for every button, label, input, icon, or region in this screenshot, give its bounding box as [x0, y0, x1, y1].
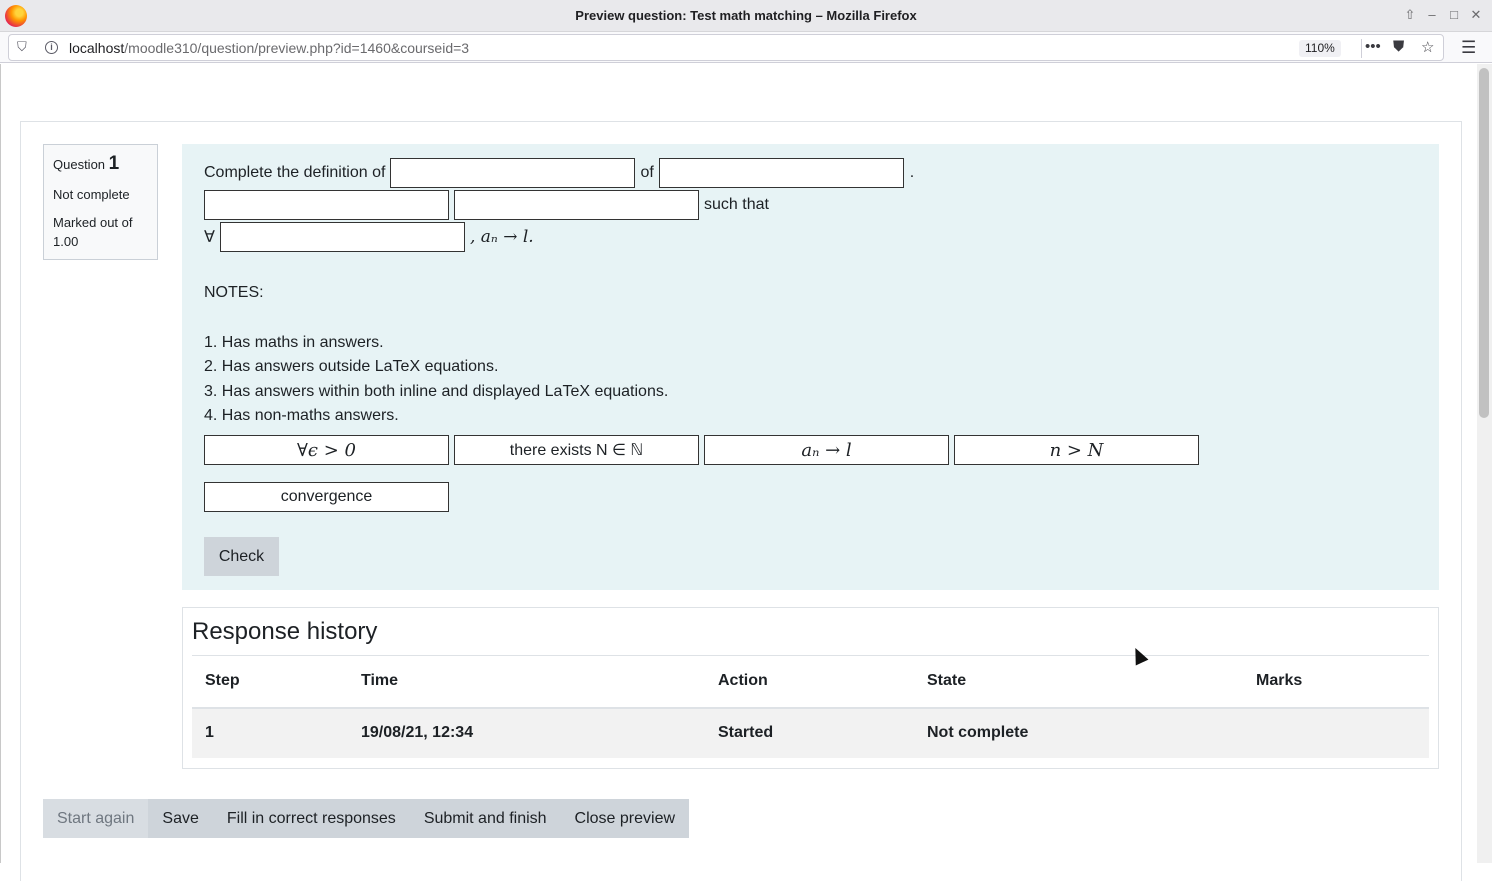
drop-zone-1[interactable] [390, 158, 636, 188]
page-actions-icon[interactable]: ••• [1365, 38, 1381, 55]
question-line-2: such that [204, 190, 769, 220]
url-bar[interactable]: ⛉ i localhost/moodle310/question/preview… [8, 34, 1444, 61]
drop-zone-5[interactable] [219, 222, 465, 252]
window-titlebar: Preview question: Test math matching – M… [0, 0, 1492, 32]
question-text-prefix: Complete the definition of [204, 164, 386, 181]
column-header-action: Action [705, 655, 914, 709]
cell-state: Not complete [914, 707, 1243, 758]
bookmark-star-icon[interactable]: ☆ [1421, 38, 1434, 56]
column-header-marks: Marks [1243, 655, 1429, 709]
maximize-icon[interactable]: □ [1446, 6, 1462, 24]
save-button[interactable]: Save [148, 799, 213, 838]
scrollbar-thumb[interactable] [1479, 68, 1489, 418]
question-line-1: Complete the definition of of . [204, 158, 914, 188]
response-history-title: Response history [192, 618, 378, 645]
drop-zone-2[interactable] [658, 158, 904, 188]
drop-zone-3[interactable] [204, 190, 449, 220]
drag-choice-there-exists[interactable]: there exists N ∈ ℕ [454, 435, 699, 465]
drag-choice-an-to-l[interactable]: aₙ → l [704, 435, 949, 465]
question-text-of: of [640, 164, 654, 181]
zoom-level-badge[interactable]: 110% [1299, 40, 1341, 57]
response-history-table: Step Time Action State Marks 1 19/08/21,… [192, 655, 1429, 758]
close-preview-button[interactable]: Close preview [560, 799, 690, 838]
notes-block: NOTES: 1. Has maths in answers. 2. Has a… [204, 281, 668, 429]
page-scrollbar[interactable] [1477, 64, 1492, 863]
url-path: /moodle310/question/preview.php?id=1460&… [124, 40, 470, 56]
drag-choice-n-greater-n[interactable]: n > N [954, 435, 1199, 465]
cell-time: 19/08/21, 12:34 [348, 707, 705, 758]
note-item: 2. Has answers outside LaTeX equations. [204, 358, 499, 375]
question-formulation: Complete the definition of of . such tha… [182, 144, 1439, 590]
question-marks: Marked out of 1.00 [53, 215, 133, 249]
url-separator [1361, 39, 1362, 58]
url-text[interactable]: localhost/moodle310/question/preview.php… [69, 40, 469, 56]
note-item: 1. Has maths in answers. [204, 333, 384, 351]
question-text-tail: , aₙ → l. [469, 227, 534, 247]
question-text-such-that: such that [704, 196, 769, 213]
drag-choice-forall-epsilon[interactable]: ∀ϵ > 0 [204, 435, 449, 465]
column-header-state: State [914, 655, 1243, 709]
window-title: Preview question: Test math matching – M… [575, 8, 917, 23]
check-button[interactable]: Check [204, 537, 279, 576]
hamburger-menu-icon[interactable]: ☰ [1461, 38, 1476, 58]
tracking-shield-icon[interactable]: ⛉ [17, 39, 27, 55]
cell-action: Started [705, 707, 914, 758]
preview-actions: Start again Save Fill in correct respons… [43, 799, 690, 838]
forall-symbol: ∀ [204, 229, 215, 246]
page-viewport: Question 1 Not complete Marked out of 1.… [0, 64, 1477, 881]
drop-zone-4[interactable] [454, 190, 699, 220]
cell-marks [1243, 707, 1429, 758]
question-info: Question 1 Not complete Marked out of 1.… [43, 144, 158, 260]
column-header-step: Step [192, 655, 348, 709]
close-icon[interactable]: ✕ [1468, 6, 1484, 24]
question-state: Not complete [53, 187, 130, 202]
column-header-time: Time [348, 655, 705, 709]
question-label: Question [53, 157, 106, 172]
response-history: Response history Step Time Action State … [182, 607, 1439, 769]
navigation-bar: ⛉ i localhost/moodle310/question/preview… [0, 32, 1492, 63]
submit-finish-button[interactable]: Submit and finish [409, 799, 561, 838]
question-line-3: ∀ , aₙ → l. [204, 222, 534, 252]
question-number-value: 1 [108, 153, 120, 174]
start-again-button[interactable]: Start again [43, 799, 149, 838]
minimize-icon[interactable]: – [1424, 6, 1440, 24]
window-controls: ⇧ – □ ✕ [1402, 6, 1484, 24]
notes-title: NOTES: [204, 284, 264, 301]
fill-correct-button[interactable]: Fill in correct responses [212, 799, 410, 838]
pocket-icon[interactable]: ⛊ [1393, 38, 1404, 55]
window-up-icon[interactable]: ⇧ [1402, 6, 1418, 24]
table-row: 1 19/08/21, 12:34 Started Not complete [192, 707, 1429, 758]
site-info-icon[interactable]: i [45, 41, 58, 54]
table-header-row: Step Time Action State Marks [192, 655, 1429, 709]
note-item: 3. Has answers within both inline and di… [204, 382, 669, 400]
cell-step: 1 [192, 707, 348, 758]
url-host: localhost [69, 40, 125, 56]
question-text-period: . [909, 164, 915, 181]
question-number: Question 1 [53, 153, 148, 175]
note-item: 4. Has non-maths answers. [204, 407, 399, 424]
drag-choice-convergence[interactable]: convergence [204, 482, 449, 512]
